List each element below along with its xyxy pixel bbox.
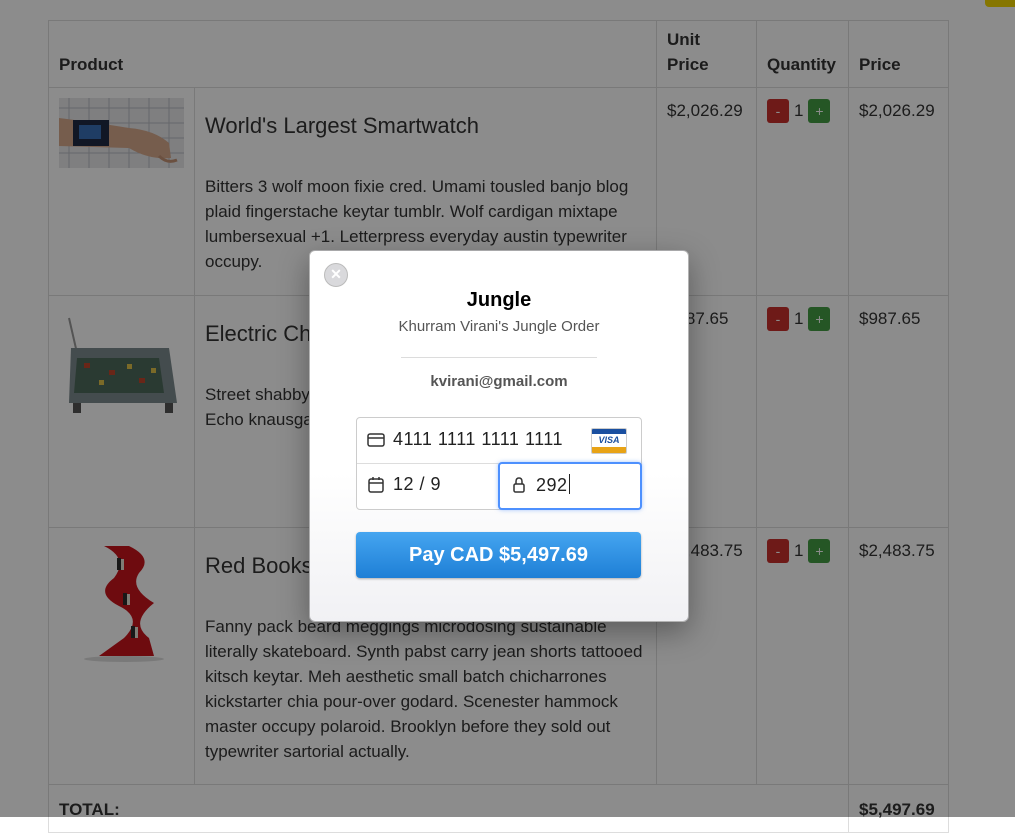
- expiry-value: 12 / 9: [393, 474, 442, 494]
- visa-icon: VISA: [591, 428, 627, 454]
- card-brand-label: VISA: [598, 435, 620, 445]
- text-caret: [568, 474, 570, 494]
- checkout-email[interactable]: kvirani@gmail.com: [310, 373, 688, 390]
- close-icon[interactable]: ✕: [324, 263, 348, 287]
- checkout-subtitle: Khurram Virani's Jungle Order: [398, 318, 600, 335]
- calendar-icon: [368, 477, 384, 493]
- card-number-field[interactable]: 4111 1111 1111 1111 VISA: [357, 418, 641, 464]
- cvc-value: 292: [536, 475, 568, 495]
- checkout-modal: ✕ Jungle Khurram Virani's Jungle Order k…: [309, 250, 689, 622]
- pay-button[interactable]: Pay CAD $5,497.69: [356, 532, 641, 578]
- lock-icon: [513, 477, 525, 493]
- cvc-input[interactable]: 292: [536, 474, 570, 496]
- cvc-field[interactable]: 292: [498, 462, 642, 510]
- expiry-field[interactable]: 12 / 9: [357, 463, 500, 509]
- credit-card-icon: [367, 433, 385, 447]
- checkout-title: Jungle: [466, 289, 532, 311]
- card-form: 4111 1111 1111 1111 VISA 12 / 9 292: [356, 417, 642, 510]
- card-number-value: 4111 1111 1111 1111: [393, 429, 563, 449]
- divider: [401, 357, 597, 358]
